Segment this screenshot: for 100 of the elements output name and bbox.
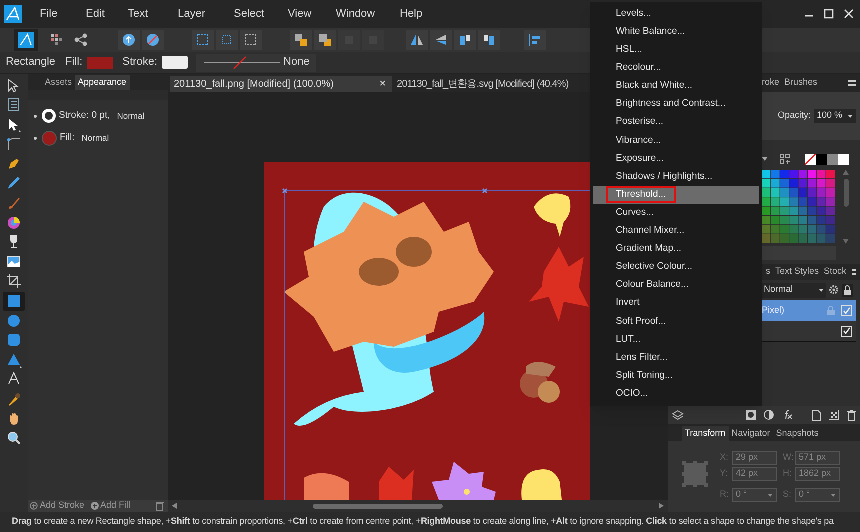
menu-item[interactable]: View xyxy=(288,6,336,22)
panel-tab[interactable]: Assets xyxy=(42,75,76,90)
menu-item[interactable]: Window xyxy=(336,6,400,22)
blend-mode-dropdown[interactable]: Normal xyxy=(762,282,826,298)
panel-tab[interactable]: Transform xyxy=(682,426,729,441)
scroll-down-icon[interactable] xyxy=(843,239,849,244)
trash-icon[interactable] xyxy=(156,501,164,511)
scroll-left-icon[interactable] xyxy=(172,503,177,509)
scroll-right-icon[interactable] xyxy=(659,503,664,509)
menu-item[interactable]: Selective Colour... xyxy=(593,258,759,276)
settings-icon[interactable] xyxy=(829,285,839,295)
menu-item[interactable]: Invert xyxy=(593,294,759,313)
menu-item[interactable]: Vibrance... xyxy=(593,132,759,150)
menu-item[interactable]: Channel Mixer... xyxy=(593,222,759,240)
menu-item[interactable]: Layer xyxy=(178,6,234,22)
mask-icon[interactable] xyxy=(746,410,756,420)
menu-item[interactable]: Black and White... xyxy=(593,77,759,96)
designer-persona-button[interactable] xyxy=(14,29,38,51)
rotate-left-icon xyxy=(458,33,472,47)
horizontal-scrollbar-thumb[interactable] xyxy=(313,504,443,508)
flip-vertical-button[interactable] xyxy=(430,30,452,50)
panel-menu-icon[interactable] xyxy=(848,80,856,86)
share-icon[interactable] xyxy=(74,33,88,47)
layers-icon[interactable] xyxy=(672,410,684,420)
dropdown-caret-icon[interactable] xyxy=(762,157,768,161)
menu-item[interactable]: Colour Balance... xyxy=(593,276,759,294)
color-swatch[interactable] xyxy=(827,154,838,164)
rotate-left-button[interactable] xyxy=(454,30,476,50)
menu-item[interactable]: OCIO... xyxy=(593,384,759,404)
flower-up-button[interactable] xyxy=(118,30,140,50)
fill-swatch[interactable] xyxy=(42,130,57,146)
select-image-button[interactable] xyxy=(240,30,262,50)
menu-item[interactable]: Brightness and Contrast... xyxy=(593,95,759,114)
swatch-grid-icon[interactable] xyxy=(780,154,790,164)
menu-item[interactable]: Soft Proof... xyxy=(593,312,759,331)
panel-tab[interactable]: Text Styles xyxy=(776,265,820,279)
menu-item[interactable]: Shadows / Highlights... xyxy=(593,168,759,186)
no-color-swatch[interactable] xyxy=(805,154,816,164)
arrange-front-button[interactable] xyxy=(314,30,336,50)
visibility-checkbox[interactable] xyxy=(841,305,852,316)
menu-item[interactable]: Posterise... xyxy=(593,114,759,132)
panel-tab[interactable]: Snapshots xyxy=(773,426,822,441)
document-tab[interactable]: 201130_fall_변환용.svg [Modified] (40.4%) xyxy=(392,76,571,92)
arrange-front-icon xyxy=(318,33,332,47)
menu-item[interactable]: Exposure... xyxy=(593,150,759,168)
menu-item[interactable]: HSL... xyxy=(593,41,759,60)
fx-icon[interactable] xyxy=(782,410,793,420)
panel-tab[interactable]: Stock xyxy=(824,265,847,279)
menu-item[interactable]: File xyxy=(40,6,86,22)
menu-item[interactable]: Text xyxy=(128,6,178,22)
adjustment-icon[interactable] xyxy=(764,410,774,420)
panel-tab[interactable]: Appearance xyxy=(75,75,130,90)
flip-horizontal-button[interactable] xyxy=(406,30,428,50)
menu-item[interactable]: White Balance... xyxy=(593,23,759,42)
color-swatch[interactable] xyxy=(816,154,827,164)
menu-item[interactable]: Edit xyxy=(86,6,128,22)
menu-item[interactable]: Levels... xyxy=(593,5,759,24)
menu-item[interactable]: Recolour... xyxy=(593,59,759,78)
stroke-swatch[interactable] xyxy=(42,109,56,123)
trash-icon[interactable] xyxy=(847,410,856,420)
picture-icon xyxy=(6,254,22,270)
menu-item[interactable]: Split Toning... xyxy=(593,366,759,385)
panel-tab[interactable]: roke xyxy=(762,76,780,90)
rotate-right-button[interactable] xyxy=(478,30,500,50)
close-icon[interactable] xyxy=(844,9,854,19)
close-tab-button[interactable]: × xyxy=(380,76,386,92)
menu-item[interactable]: Select xyxy=(234,6,288,22)
opacity-label: Opacity: xyxy=(778,109,812,122)
visibility-checkbox[interactable] xyxy=(841,326,852,336)
menu-item[interactable]: LUT... xyxy=(593,330,759,349)
line-style-dropdown[interactable]: None xyxy=(196,54,316,72)
flower-slash-button[interactable] xyxy=(142,30,164,50)
menu-item[interactable]: Gradient Map... xyxy=(593,240,759,258)
select-box-button[interactable] xyxy=(192,30,214,50)
checker-icon[interactable] xyxy=(829,410,839,420)
add-stroke-button[interactable]: Add Stroke xyxy=(30,499,85,513)
panel-tab[interactable]: s xyxy=(766,265,770,279)
color-swatch[interactable] xyxy=(838,154,849,164)
menu-item[interactable]: Lens Filter... xyxy=(593,348,759,367)
lock-icon[interactable] xyxy=(842,284,853,296)
panel-menu-icon[interactable] xyxy=(852,269,856,275)
panel-tab[interactable]: Brushes xyxy=(784,76,818,90)
scroll-up-icon[interactable] xyxy=(843,170,849,175)
opacity-dropdown[interactable]: 100 % xyxy=(814,109,856,123)
layer-row[interactable] xyxy=(762,321,856,342)
document-tab[interactable]: 201130_fall.png [Modified] (100.0%) × xyxy=(170,76,392,92)
stroke-swatch[interactable] xyxy=(162,56,188,69)
menu-item[interactable]: Help xyxy=(400,6,440,22)
new-page-icon[interactable] xyxy=(812,410,821,420)
panel-tab[interactable]: Navigator xyxy=(728,426,774,441)
fill-swatch[interactable] xyxy=(86,56,113,68)
arrange-back-button[interactable] xyxy=(290,30,312,50)
maximize-icon[interactable] xyxy=(824,9,834,19)
vertical-scrollbar-thumb[interactable] xyxy=(844,179,848,207)
menu-item[interactable]: Curves... xyxy=(593,204,759,222)
pixel-grid-icon[interactable] xyxy=(50,33,64,47)
menu-item[interactable]: Threshold... xyxy=(593,186,759,204)
select-inner-button[interactable] xyxy=(216,30,238,50)
align-left-button[interactable] xyxy=(524,30,546,50)
color-palette-grid[interactable] xyxy=(762,170,836,244)
